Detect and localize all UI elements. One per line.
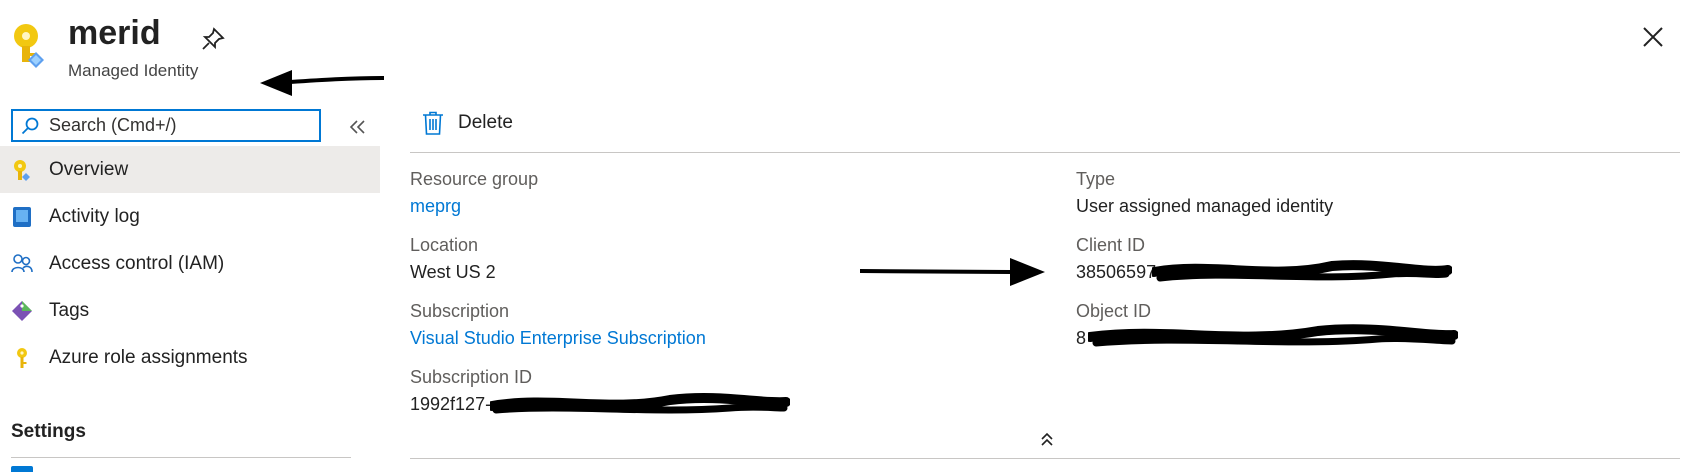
object-id-label: Object ID bbox=[1076, 301, 1152, 321]
annotation-arrow-left bbox=[260, 64, 385, 98]
subscription-id-label: Subscription ID bbox=[410, 367, 533, 387]
managed-identity-key-icon bbox=[10, 22, 50, 68]
location-value: West US 2 bbox=[410, 262, 496, 282]
redaction-scribble bbox=[1088, 324, 1458, 347]
sidebar-item-access-control[interactable]: Access control (IAM) bbox=[0, 240, 380, 287]
close-icon[interactable] bbox=[1638, 22, 1668, 52]
section-heading-settings: Settings bbox=[11, 421, 86, 442]
resource-group-link[interactable]: meprg bbox=[410, 196, 461, 217]
settings-item-icon bbox=[11, 466, 33, 472]
page-subtitle: Managed Identity bbox=[68, 61, 199, 80]
type-value: User assigned managed identity bbox=[1076, 196, 1334, 216]
double-chevron-up-icon[interactable] bbox=[1038, 430, 1056, 448]
object-id-value: 8 bbox=[1076, 328, 1087, 348]
double-chevron-left-icon[interactable] bbox=[345, 116, 369, 138]
divider bbox=[410, 458, 1680, 459]
type-label: Type bbox=[1076, 169, 1116, 189]
sidebar-item-tags[interactable]: Tags bbox=[0, 287, 380, 334]
subscription-link[interactable]: Visual Studio Enterprise Subscription bbox=[410, 328, 706, 349]
search-input[interactable] bbox=[47, 114, 311, 137]
delete-label: Delete bbox=[458, 112, 513, 133]
tag-icon bbox=[11, 300, 33, 322]
sidebar-item-label: Tags bbox=[49, 299, 90, 321]
sidebar-item-label: Overview bbox=[49, 158, 129, 180]
subscription-label: Subscription bbox=[410, 301, 510, 321]
search-icon bbox=[21, 117, 39, 134]
sidebar-item-label: Azure role assignments bbox=[49, 346, 248, 368]
resource-group-label: Resource group bbox=[410, 169, 539, 189]
people-icon bbox=[11, 253, 33, 275]
overview-key-icon bbox=[11, 159, 33, 181]
pin-icon[interactable] bbox=[200, 26, 226, 52]
location-label: Location bbox=[410, 235, 479, 255]
trash-icon bbox=[423, 111, 443, 135]
divider bbox=[11, 457, 351, 458]
redaction-scribble bbox=[490, 393, 790, 414]
subscription-id-value: 1992f127- bbox=[410, 394, 492, 414]
sidebar-item-azure-role-assignments[interactable]: Azure role assignments bbox=[0, 334, 380, 381]
key-icon bbox=[11, 347, 33, 369]
sidebar-item-overview[interactable]: Overview bbox=[0, 146, 380, 193]
annotation-arrow-right bbox=[859, 255, 1045, 287]
page-title: merid bbox=[68, 14, 161, 52]
sidebar-item-label: Access control (IAM) bbox=[49, 252, 225, 274]
divider bbox=[410, 152, 1680, 153]
redaction-scribble bbox=[1152, 260, 1452, 282]
sidebar-item-label: Activity log bbox=[49, 205, 140, 227]
delete-button[interactable]: Delete bbox=[422, 111, 513, 135]
client-id-value: 38506597 bbox=[1076, 262, 1157, 282]
sidebar-item-activity-log[interactable]: Activity log bbox=[0, 193, 380, 240]
client-id-label: Client ID bbox=[1076, 235, 1146, 255]
search-box[interactable] bbox=[11, 109, 321, 142]
activity-log-icon bbox=[11, 206, 33, 228]
